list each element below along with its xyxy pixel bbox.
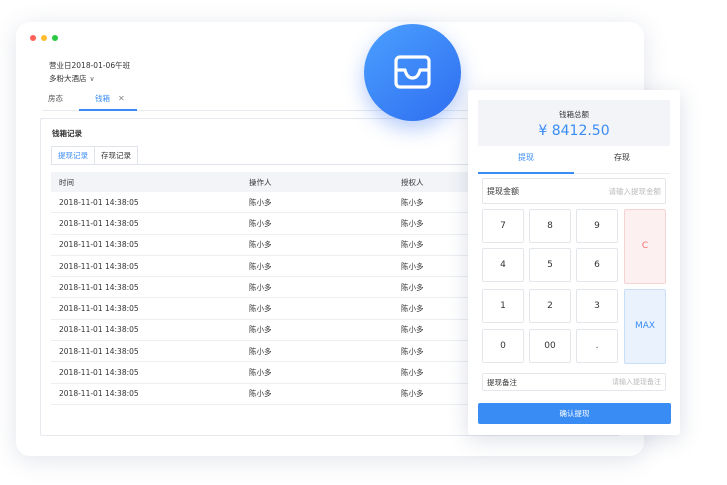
amount-placeholder: 请输入提现金额 — [608, 186, 662, 196]
key-0[interactable]: 0 — [482, 329, 524, 363]
tab-deposit[interactable]: 存现 — [574, 147, 670, 169]
key-7[interactable]: 7 — [482, 209, 524, 243]
store-name: 多粉大酒店 — [49, 74, 87, 83]
close-window-dot[interactable] — [30, 35, 36, 41]
close-icon[interactable]: ✕ — [118, 94, 125, 103]
cell-time: 2018-11-01 14:38:05 — [59, 325, 139, 335]
subtab-withdraw-records[interactable]: 提现记录 — [51, 146, 95, 165]
cash-drawer-icon — [394, 55, 431, 89]
cell-operator: 陈小多 — [249, 261, 272, 271]
cell-operator: 陈小多 — [249, 304, 272, 314]
cash-total-header: 钱箱总额 ¥ 8412.50 — [478, 100, 670, 146]
cell-time: 2018-11-01 14:38:05 — [59, 368, 139, 378]
cell-time: 2018-11-01 14:38:05 — [59, 389, 139, 399]
subtab-deposit-records[interactable]: 存现记录 — [95, 146, 138, 165]
maximize-window-dot[interactable] — [52, 35, 58, 41]
cell-time: 2018-11-01 14:38:05 — [59, 304, 139, 314]
header-time: 时间 — [59, 177, 74, 187]
active-tab-indicator — [478, 172, 574, 174]
active-tab-indicator — [79, 109, 137, 111]
business-info: 营业日2018-01-06午班 多粉大酒店 ∨ — [49, 59, 130, 86]
cell-operator: 陈小多 — [249, 389, 272, 399]
cash-total-amount: ¥ 8412.50 — [538, 123, 610, 139]
key-5[interactable]: 5 — [529, 248, 571, 282]
minimize-window-dot[interactable] — [41, 35, 47, 41]
cell-time: 2018-11-01 14:38:05 — [59, 240, 139, 250]
header-operator: 操作人 — [249, 177, 272, 187]
panel-title: 钱箱记录 — [52, 129, 82, 138]
withdraw-note-field[interactable]: 提现备注 请输入提现备注 — [482, 373, 666, 391]
key-1[interactable]: 1 — [482, 289, 524, 323]
window-controls — [30, 35, 58, 41]
cell-time: 2018-11-01 14:38:05 — [59, 197, 139, 207]
cell-operator: 陈小多 — [249, 325, 272, 335]
amount-label: 提现金额 — [487, 186, 519, 196]
cash-total-label: 钱箱总额 — [559, 110, 589, 119]
cell-operator: 陈小多 — [249, 346, 272, 356]
cell-operator: 陈小多 — [249, 368, 272, 378]
cell-operator: 陈小多 — [249, 197, 272, 207]
cashier-tabs: 提现 存现 — [478, 147, 670, 174]
cashier-panel: 钱箱总额 ¥ 8412.50 提现 存现 提现金额 请输入提现金额 7 8 9 … — [468, 90, 680, 435]
cell-time: 2018-11-01 14:38:05 — [59, 346, 139, 356]
record-subtabs: 提现记录 存现记录 — [51, 146, 138, 165]
key-4[interactable]: 4 — [482, 248, 524, 282]
cell-time: 2018-11-01 14:38:05 — [59, 218, 139, 228]
cash-drawer-logo — [364, 24, 461, 121]
tab-room-status[interactable]: 房态 — [48, 90, 63, 109]
key-decimal[interactable]: . — [576, 329, 618, 363]
cell-time: 2018-11-01 14:38:05 — [59, 282, 139, 292]
note-placeholder: 请输入提现备注 — [612, 378, 661, 386]
store-selector[interactable]: 多粉大酒店 ∨ — [49, 72, 130, 86]
cell-operator: 陈小多 — [249, 218, 272, 228]
chevron-down-icon: ∨ — [89, 75, 95, 83]
key-8[interactable]: 8 — [529, 209, 571, 243]
clear-key[interactable]: C — [624, 209, 666, 284]
note-label: 提现备注 — [487, 377, 517, 387]
key-2[interactable]: 2 — [529, 289, 571, 323]
tab-cash-box[interactable]: 钱箱 ✕ — [95, 90, 125, 109]
cell-time: 2018-11-01 14:38:05 — [59, 261, 139, 271]
cell-operator: 陈小多 — [249, 282, 272, 292]
tab-withdraw[interactable]: 提现 — [478, 147, 574, 169]
business-day: 营业日2018-01-06午班 — [49, 61, 131, 70]
withdraw-amount-field[interactable]: 提现金额 请输入提现金额 — [482, 178, 666, 204]
cell-operator: 陈小多 — [249, 240, 272, 250]
key-3[interactable]: 3 — [576, 289, 618, 323]
key-9[interactable]: 9 — [576, 209, 618, 243]
key-00[interactable]: 00 — [529, 329, 571, 363]
confirm-withdraw-button[interactable]: 确认提现 — [478, 403, 671, 424]
key-6[interactable]: 6 — [576, 248, 618, 282]
tab-label: 房态 — [48, 94, 63, 103]
tab-label: 钱箱 — [95, 94, 110, 103]
max-key[interactable]: MAX — [624, 289, 666, 364]
